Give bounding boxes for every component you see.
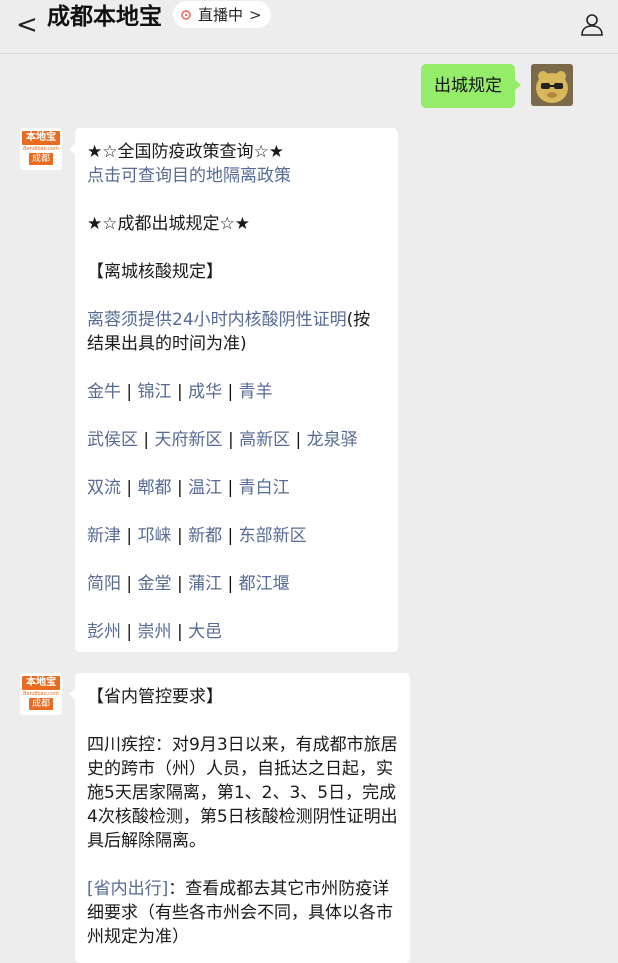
logo-bottom-text: 成都 <box>29 153 53 165</box>
district-link[interactable]: 温江 <box>188 478 222 498</box>
chevron-right-icon: > <box>249 5 262 24</box>
separator: | <box>171 382 189 402</box>
district-link[interactable]: 崇州 <box>138 622 172 642</box>
separator: | <box>222 478 239 498</box>
separator: | <box>171 478 189 498</box>
avatar-image-icon <box>531 64 573 106</box>
district-link[interactable]: 成华 <box>188 382 222 402</box>
separator: | <box>121 574 138 594</box>
logo-top-text: 本地宝 <box>22 131 60 145</box>
district-link[interactable]: 龙泉驿 <box>307 430 358 450</box>
district-link[interactable]: 双流 <box>87 478 121 498</box>
separator: | <box>222 430 240 450</box>
district-row: 彭州 | 崇州 | 大邑 <box>87 620 386 644</box>
bot-avatar[interactable]: 本地宝 Bendibao.com 成都 <box>20 673 62 715</box>
district-list: 金牛 | 锦江 | 成华 | 青羊 武侯区 | 天府新区 | 高新区 | 龙泉驿双… <box>87 380 386 644</box>
logo-mid-text: Bendibao.com <box>23 691 59 697</box>
district-row: 新津 | 邛崃 | 新都 | 东部新区 <box>87 524 386 548</box>
separator: | <box>290 430 307 450</box>
district-link[interactable]: 东部新区 <box>239 526 307 546</box>
live-dot-icon <box>181 9 191 20</box>
separator: | <box>171 574 189 594</box>
live-badge[interactable]: 直播中 > <box>173 1 271 28</box>
back-arrow-icon[interactable]: < <box>16 10 38 40</box>
district-link[interactable]: 郫都 <box>138 478 172 498</box>
district-link[interactable]: 新都 <box>188 526 222 546</box>
separator: | <box>222 526 239 546</box>
message-body: 四川疾控：对9月3日以来，有成都市旅居史的跨市（州）人员，自抵达之日起，实施5天… <box>87 735 398 851</box>
district-row: 金牛 | 锦江 | 成华 | 青羊 <box>87 380 386 404</box>
user-avatar[interactable] <box>531 64 573 106</box>
district-link[interactable]: 蒲江 <box>188 574 222 594</box>
separator: | <box>222 574 239 594</box>
outgoing-message[interactable]: 出城规定 <box>421 64 521 108</box>
separator: | <box>121 382 138 402</box>
district-link[interactable]: 都江堰 <box>239 574 290 594</box>
heading-chengdu-exit: ★☆成都出城规定☆★ <box>87 214 250 234</box>
district-link[interactable]: 青白江 <box>239 478 290 498</box>
separator: | <box>222 382 239 402</box>
district-link[interactable]: 新津 <box>87 526 121 546</box>
separator: | <box>138 430 155 450</box>
district-link[interactable]: 金堂 <box>138 574 172 594</box>
district-link[interactable]: 高新区 <box>239 430 290 450</box>
live-label: 直播中 <box>198 6 244 24</box>
district-row: 简阳 | 金堂 | 蒲江 | 都江堰 <box>87 572 386 596</box>
bot-message-2: 【省内管控要求】 四川疾控：对9月3日以来，有成都市旅居史的跨市（州）人员，自抵… <box>69 673 410 963</box>
district-link[interactable]: 简阳 <box>87 574 121 594</box>
provincial-travel-link[interactable]: [省内出行] <box>87 879 168 899</box>
separator: | <box>121 478 138 498</box>
district-link[interactable]: 武侯区 <box>87 430 138 450</box>
policy-link[interactable]: 离蓉须提供24小时内核酸阴性证明 <box>87 310 347 330</box>
bot-message-1: ★☆全国防疫政策查询☆★ 点击可查询目的地隔离政策 ★☆成都出城规定☆★ 【离城… <box>69 128 398 652</box>
logo-top-text: 本地宝 <box>22 676 60 690</box>
district-link[interactable]: 邛崃 <box>138 526 172 546</box>
district-link[interactable]: 大邑 <box>188 622 222 642</box>
bot-avatar[interactable]: 本地宝 Bendibao.com 成都 <box>20 128 62 170</box>
district-link[interactable]: 天府新区 <box>155 430 223 450</box>
section-title: 【离城核酸规定】 <box>87 262 223 282</box>
logo-mid-text: Bendibao.com <box>23 146 59 152</box>
separator: | <box>121 622 138 642</box>
heading-policy-query: ★☆全国防疫政策查询☆★ <box>87 142 284 162</box>
separator: | <box>171 526 189 546</box>
link-destination-policy[interactable]: 点击可查询目的地隔离政策 <box>87 164 386 188</box>
separator: | <box>121 526 138 546</box>
provincial-travel-text: [省内出行]：查看成都去其它市州防疫详细要求（有些各市州会不同，具体以各市州规定… <box>87 877 398 949</box>
person-icon[interactable] <box>580 12 604 36</box>
district-link[interactable]: 彭州 <box>87 622 121 642</box>
logo-bottom-text: 成都 <box>29 698 53 710</box>
separator: | <box>171 622 189 642</box>
section-title: 【省内管控要求】 <box>87 687 223 707</box>
district-row: 武侯区 | 天府新区 | 高新区 | 龙泉驿 <box>87 428 386 452</box>
district-row: 双流 | 郫都 | 温江 | 青白江 <box>87 476 386 500</box>
district-link[interactable]: 锦江 <box>138 382 172 402</box>
chat-title: 成都本地宝 <box>47 4 162 30</box>
district-link[interactable]: 金牛 <box>87 382 121 402</box>
top-bar: < 成都本地宝 直播中 > <box>0 0 618 54</box>
policy-text: 离蓉须提供24小时内核酸阴性证明(按结果出具的时间为准) <box>87 308 386 356</box>
district-link[interactable]: 青羊 <box>239 382 273 402</box>
